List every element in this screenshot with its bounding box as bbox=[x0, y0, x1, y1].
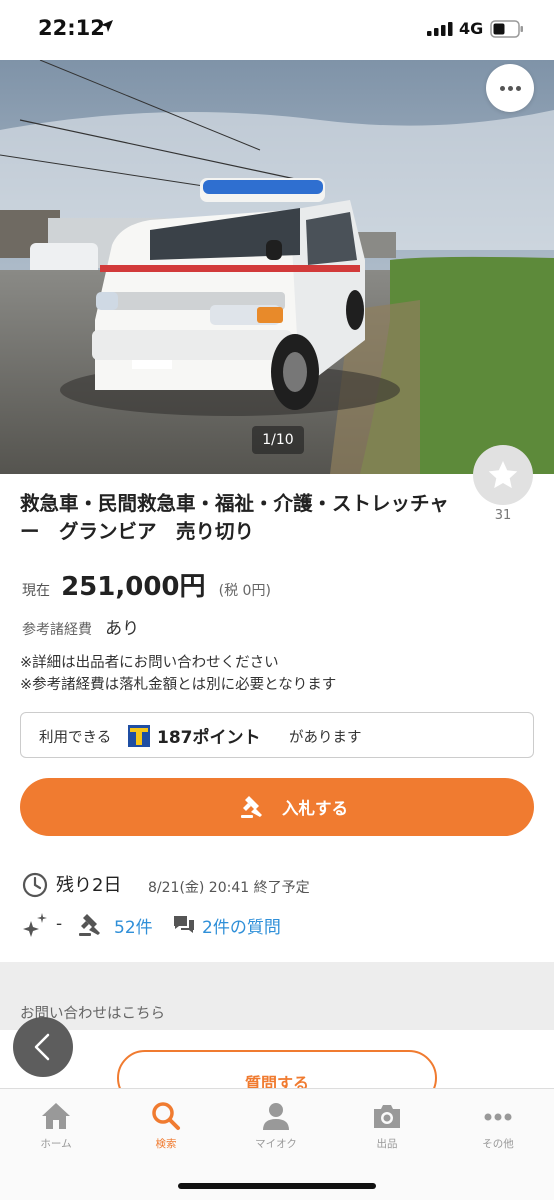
image-counter: 1/10 bbox=[252, 426, 304, 454]
tab-sell[interactable]: 出品 bbox=[342, 1101, 432, 1161]
watch-star-button[interactable] bbox=[473, 445, 533, 505]
tpoint-logo-icon bbox=[128, 725, 150, 747]
search-icon bbox=[152, 1102, 180, 1130]
more-icon bbox=[484, 1113, 512, 1121]
ambulance-photo bbox=[0, 60, 554, 474]
auction-stats-row: - 52件 2件の質問 bbox=[22, 910, 542, 940]
remaining-time-row: 残り2日 8/21(金) 20:41 終了予定 bbox=[22, 870, 542, 900]
star-icon bbox=[488, 461, 518, 489]
points-prefix: 利用できる bbox=[39, 730, 112, 746]
bid-button[interactable]: 入札する bbox=[20, 778, 534, 836]
points-amount: 187ポイント bbox=[157, 728, 261, 748]
remaining-time: 残り2日 bbox=[56, 875, 122, 896]
fee-label: 参考諸経費 bbox=[22, 622, 92, 638]
price-label: 現在 bbox=[22, 583, 50, 599]
fee-value: あり bbox=[105, 619, 140, 639]
price-row: 現在 251,000円 (税 0円) bbox=[22, 566, 271, 603]
battery-icon bbox=[490, 20, 523, 38]
note-contact-seller: ※詳細は出品者にお問い合わせください bbox=[20, 655, 279, 671]
fee-row: 参考諸経費 あり bbox=[22, 614, 139, 639]
home-icon bbox=[42, 1103, 70, 1129]
clock-icon bbox=[22, 872, 48, 898]
gavel-icon bbox=[241, 796, 262, 818]
item-photo[interactable] bbox=[0, 60, 554, 474]
item-title: 救急車・民間救急車・福祉・介護・ストレッチャー グランビア 売り切り bbox=[20, 492, 449, 543]
tab-other[interactable]: その他 bbox=[453, 1101, 543, 1161]
tab-search[interactable]: 検索 bbox=[121, 1101, 211, 1161]
camera-icon bbox=[374, 1105, 400, 1128]
home-indicator bbox=[178, 1183, 376, 1189]
note-fees-separate: ※参考諸経費は落札金額とは別に必要となります bbox=[20, 677, 337, 693]
tab-sell-label: 出品 bbox=[376, 1138, 398, 1150]
tax-amount: (税 0円) bbox=[218, 583, 271, 599]
more-options-button[interactable] bbox=[486, 64, 534, 112]
watch-count: 31 bbox=[494, 508, 512, 523]
tab-home[interactable]: ホーム bbox=[11, 1101, 101, 1161]
tab-other-label: その他 bbox=[482, 1138, 514, 1150]
tab-myauction[interactable]: マイオク bbox=[231, 1101, 321, 1161]
question-bubble-icon bbox=[174, 916, 194, 933]
bid-count-gavel-icon bbox=[79, 914, 100, 936]
sparkle-icon bbox=[23, 913, 47, 937]
points-suffix: があります bbox=[289, 730, 362, 746]
questions-link[interactable]: 2件の質問 bbox=[202, 913, 281, 938]
bid-history-link[interactable]: 52件 bbox=[114, 913, 153, 938]
current-price: 251,000円 bbox=[61, 572, 206, 602]
tab-search-label: 検索 bbox=[155, 1138, 177, 1150]
network-type: 4G bbox=[459, 19, 484, 38]
tab-myauction-label: マイオク bbox=[255, 1138, 297, 1150]
status-time: 22:12 bbox=[38, 16, 105, 40]
signal-icon bbox=[427, 22, 453, 36]
featured-status: - bbox=[56, 914, 63, 934]
status-bar: 22:12 4G bbox=[0, 0, 554, 60]
bid-button-label: 入札する bbox=[282, 799, 348, 818]
points-banner[interactable]: 利用できる 187ポイント があります bbox=[20, 712, 534, 758]
person-icon bbox=[263, 1103, 289, 1130]
chevron-left-icon bbox=[34, 1033, 50, 1061]
end-time: 8/21(金) 20:41 終了予定 bbox=[148, 880, 310, 896]
location-arrow-icon bbox=[101, 20, 113, 32]
back-button[interactable] bbox=[13, 1017, 73, 1077]
tab-home-label: ホーム bbox=[40, 1138, 72, 1150]
